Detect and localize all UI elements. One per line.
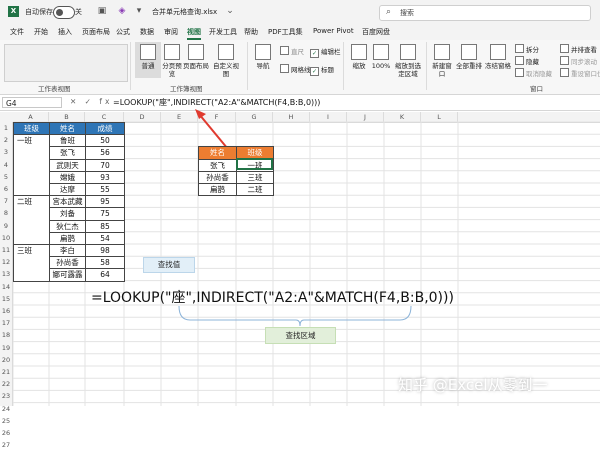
class-cell[interactable]: 二班 [13, 195, 50, 245]
score-cell[interactable]: 95 [85, 195, 125, 209]
lookup-name-cell[interactable]: 张飞 [198, 158, 237, 172]
score-cell[interactable]: 58 [85, 256, 125, 270]
name-cell[interactable]: 宫本武藏 [49, 195, 86, 209]
lookup-name-cell[interactable]: 孙尚香 [198, 170, 237, 184]
score-cell[interactable]: 54 [85, 231, 125, 245]
table-header[interactable]: 姓名 [198, 146, 237, 160]
score-cell[interactable]: 50 [85, 134, 125, 148]
name-cell[interactable]: 鲁班 [49, 134, 86, 148]
row-header[interactable]: 25 [0, 415, 12, 427]
watermark: 知乎 @Excel从零到一 [398, 376, 548, 394]
row-header[interactable]: 26 [0, 427, 12, 439]
name-cell[interactable]: 孙尚香 [49, 256, 86, 270]
score-cell[interactable]: 75 [85, 207, 125, 221]
name-cell[interactable]: 张飞 [49, 146, 86, 160]
score-cell[interactable]: 93 [85, 170, 125, 184]
result-class-cell[interactable]: 二班 [236, 183, 274, 197]
red-arrow-head [195, 109, 206, 119]
class-cell[interactable]: 三班 [13, 244, 50, 282]
name-cell[interactable]: 刘备 [49, 207, 86, 221]
result-class-cell[interactable]: 三班 [236, 170, 274, 184]
row-header[interactable]: 27 [0, 439, 12, 451]
lookup-range-callout: 查找区域 [265, 327, 336, 344]
lookup-range-brace [178, 305, 412, 327]
name-cell[interactable]: 武则天 [49, 158, 86, 172]
name-cell[interactable]: 狄仁杰 [49, 219, 86, 233]
score-cell[interactable]: 56 [85, 146, 125, 160]
formula-annotation: =LOOKUP("座",INDIRECT("A2:A"&MATCH(F4,B:B… [91, 290, 454, 306]
score-cell[interactable]: 70 [85, 158, 125, 172]
class-cell[interactable]: 一班 [13, 134, 50, 197]
lookup-name-cell[interactable]: 扁鹊 [198, 183, 237, 197]
name-cell[interactable]: 娜可露露 [49, 268, 86, 282]
name-cell[interactable]: 扁鹊 [49, 231, 86, 245]
active-cell-outline [236, 158, 273, 170]
score-cell[interactable]: 64 [85, 268, 125, 282]
score-cell[interactable]: 85 [85, 219, 125, 233]
lookup-value-callout: 查找值 [143, 257, 195, 273]
name-cell[interactable]: 嫦娥 [49, 170, 86, 184]
